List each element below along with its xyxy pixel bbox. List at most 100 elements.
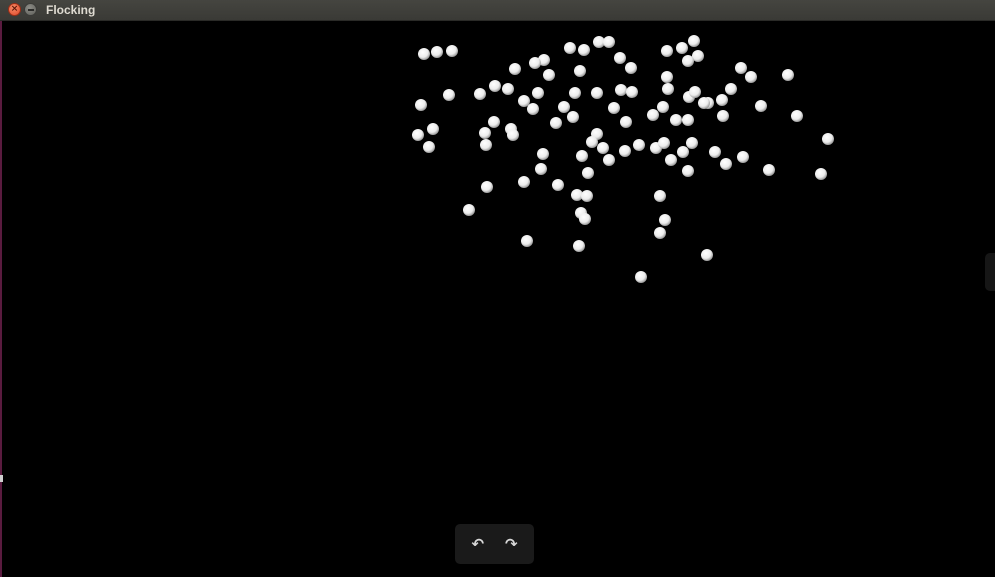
boid [502, 83, 514, 95]
boid [509, 63, 521, 75]
app-window: × Flocking ↶ ↷ [0, 0, 995, 577]
boid [659, 214, 671, 226]
boid [677, 146, 689, 158]
boid [635, 271, 647, 283]
boid [614, 52, 626, 64]
boid [791, 110, 803, 122]
boid [550, 117, 562, 129]
boid [662, 83, 674, 95]
boid [682, 55, 694, 67]
boid [582, 167, 594, 179]
boid [670, 114, 682, 126]
boid [558, 101, 570, 113]
boid [527, 103, 539, 115]
boid [735, 62, 747, 74]
boid [537, 148, 549, 160]
boid [489, 80, 501, 92]
boid [755, 100, 767, 112]
side-panel-handle[interactable] [985, 253, 995, 291]
boid [474, 88, 486, 100]
boid [518, 176, 530, 188]
boid [507, 129, 519, 141]
boid [763, 164, 775, 176]
boid [689, 86, 701, 98]
boid [573, 240, 585, 252]
boid [682, 114, 694, 126]
boid [620, 116, 632, 128]
boid [698, 97, 710, 109]
boid [654, 227, 666, 239]
boid [567, 111, 579, 123]
boid [745, 71, 757, 83]
rotate-right-icon: ↷ [504, 535, 518, 553]
boid [626, 86, 638, 98]
boid [578, 44, 590, 56]
boid [686, 137, 698, 149]
window-title: Flocking [46, 3, 96, 17]
boid [521, 235, 533, 247]
redo-button[interactable]: ↷ [498, 531, 524, 557]
boid [688, 35, 700, 47]
boid [657, 101, 669, 113]
boid [564, 42, 576, 54]
boid [591, 87, 603, 99]
boid [481, 181, 493, 193]
boid [529, 57, 541, 69]
minimize-button[interactable] [24, 3, 37, 16]
boid [701, 249, 713, 261]
boid [574, 65, 586, 77]
minimize-icon [27, 8, 34, 11]
close-button[interactable]: × [8, 3, 21, 16]
boid [552, 179, 564, 191]
boid [535, 163, 547, 175]
boid [603, 36, 615, 48]
boid [654, 190, 666, 202]
boid [815, 168, 827, 180]
boid [615, 84, 627, 96]
boid [543, 69, 555, 81]
rotate-left-icon: ↶ [471, 535, 485, 553]
boid [569, 87, 581, 99]
boid [716, 94, 728, 106]
boid [518, 95, 530, 107]
boid [431, 46, 443, 58]
boid [661, 71, 673, 83]
boid [597, 142, 609, 154]
undo-button[interactable]: ↶ [465, 531, 491, 557]
boid [709, 146, 721, 158]
boid [782, 69, 794, 81]
boid [717, 110, 729, 122]
boid [720, 158, 732, 170]
boid [682, 165, 694, 177]
boid [633, 139, 645, 151]
playback-toolbar: ↶ ↷ [455, 524, 534, 564]
boid [647, 109, 659, 121]
boid [603, 154, 615, 166]
simulation-canvas[interactable] [2, 21, 995, 577]
boid [579, 213, 591, 225]
boid [725, 83, 737, 95]
boid [479, 127, 491, 139]
boid [586, 136, 598, 148]
boid [443, 89, 455, 101]
boid [576, 150, 588, 162]
close-icon: × [10, 4, 19, 14]
boid [415, 99, 427, 111]
boid [661, 45, 673, 57]
boid [737, 151, 749, 163]
boid [532, 87, 544, 99]
boid [446, 45, 458, 57]
boid-layer [412, 35, 834, 283]
boid [488, 116, 500, 128]
title-bar[interactable]: × Flocking [0, 0, 995, 21]
boid [608, 102, 620, 114]
boid [412, 129, 424, 141]
boid [423, 141, 435, 153]
boid [581, 190, 593, 202]
left-edge-handle[interactable] [0, 475, 3, 482]
boid [619, 145, 631, 157]
boid [658, 137, 670, 149]
boid [480, 139, 492, 151]
boid [427, 123, 439, 135]
boid [822, 133, 834, 145]
